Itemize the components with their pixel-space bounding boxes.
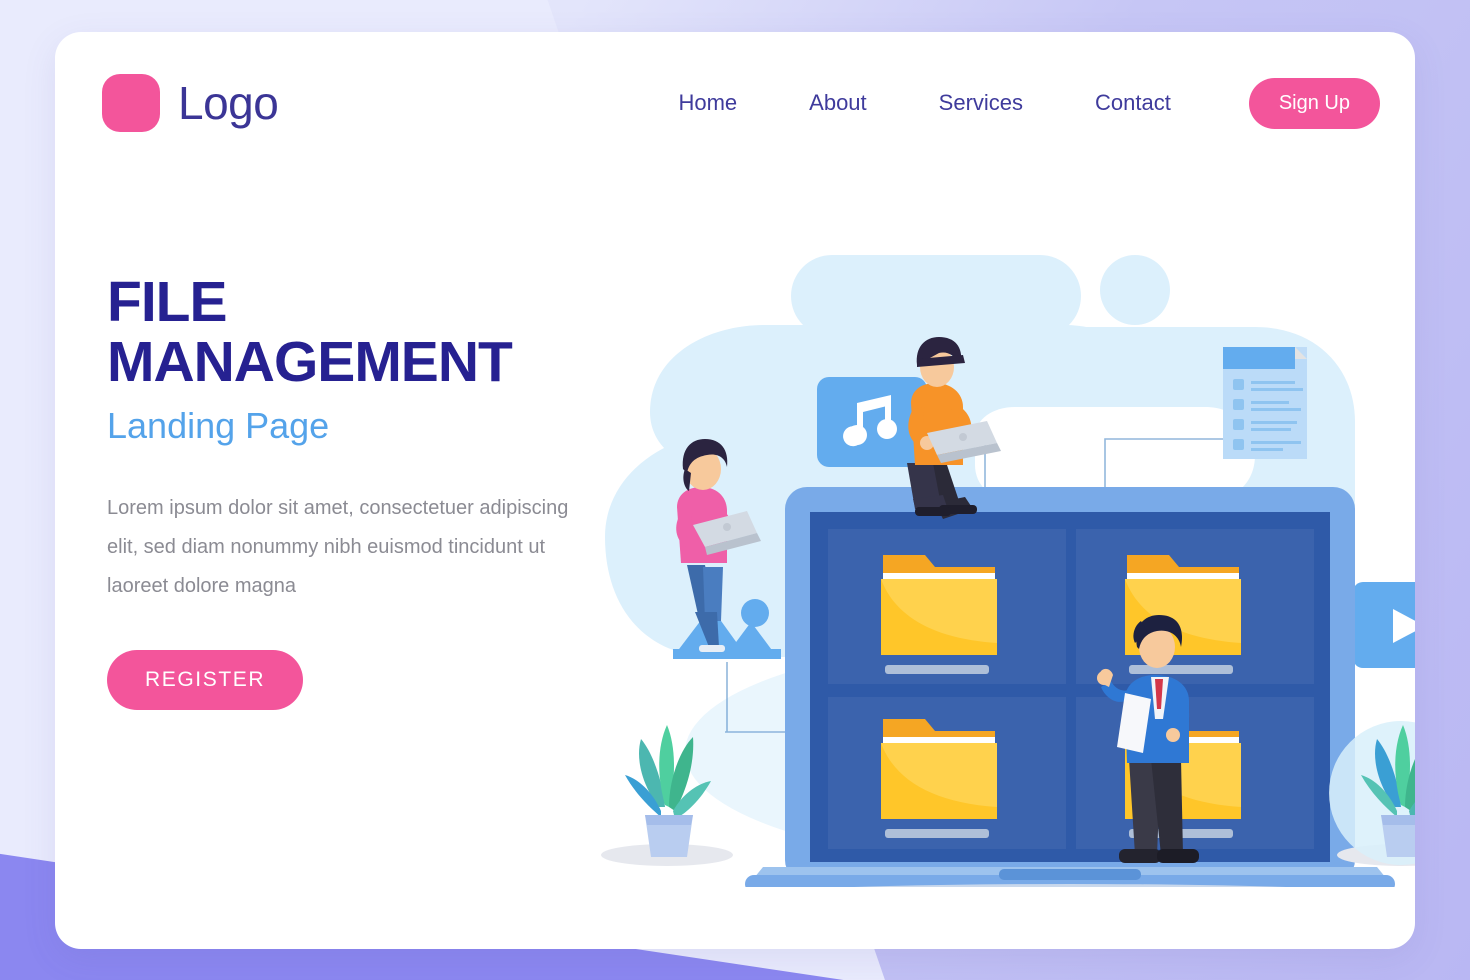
rounded-square-logo-mark-icon	[102, 74, 160, 132]
nav-item-contact[interactable]: Contact	[1059, 90, 1207, 116]
landing-page-card: Logo Home About Services Contact Sign Up…	[55, 32, 1415, 949]
file-management-illustration	[595, 207, 1415, 887]
page-root: Logo Home About Services Contact Sign Up…	[0, 0, 1470, 980]
page-subtitle: Landing Page	[107, 404, 330, 446]
nav-item-about[interactable]: About	[773, 90, 903, 116]
nav-item-home[interactable]: Home	[642, 90, 773, 116]
document-list-icon[interactable]	[1223, 347, 1307, 459]
register-button[interactable]: REGISTER	[107, 649, 304, 710]
brand-name-text: Logo	[178, 77, 279, 129]
hero-text-block: FILE MANAGEMENT Landing Page Lorem ipsum…	[107, 272, 627, 710]
sign-up-button[interactable]: Sign Up	[1248, 77, 1380, 129]
laptop-device	[745, 487, 1395, 887]
video-play-icon[interactable]	[1353, 582, 1415, 668]
page-title: FILE MANAGEMENT	[107, 270, 513, 395]
brand-logo-group[interactable]: Logo	[102, 74, 279, 132]
nav-item-services[interactable]: Services	[903, 90, 1059, 116]
hero-description: Lorem ipsum dolor sit amet, consectetuer…	[107, 496, 569, 597]
top-navigation-bar: Logo Home About Services Contact Sign Up	[55, 32, 1415, 174]
nav-links-group: Home About Services Contact Sign Up	[642, 77, 1380, 129]
